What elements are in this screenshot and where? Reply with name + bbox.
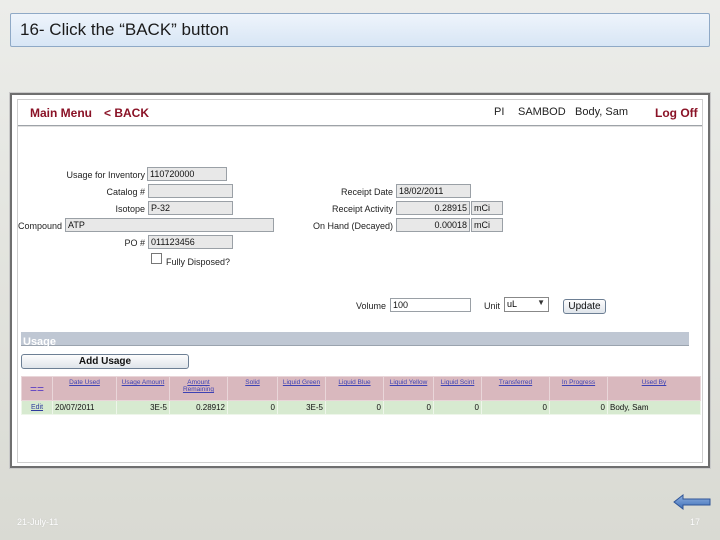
cell-date-used: 20/07/2011 — [52, 400, 117, 415]
catalog-field — [148, 184, 233, 198]
column-header-usage-amount[interactable]: Usage Amount — [116, 376, 170, 401]
isotope-field: P-32 — [148, 201, 233, 215]
cell-liquid-yellow: 0 — [383, 400, 434, 415]
chevron-down-icon: ▼ — [537, 298, 545, 307]
receipt-activity-field: 0.28915 — [396, 201, 470, 215]
back-button[interactable]: < BACK — [104, 106, 149, 120]
column-header-liquid-yellow[interactable]: Liquid Yellow — [383, 376, 434, 401]
isotope-label: Isotope — [115, 204, 145, 214]
pi-code: SAMBOD — [518, 106, 566, 118]
cell-amount-remaining: 0.28912 — [169, 400, 228, 415]
usage-for-inventory-label: Usage for Inventory — [66, 170, 145, 180]
fully-disposed-label: Fully Disposed? — [166, 257, 231, 267]
column-header-select: == — [21, 376, 53, 401]
back-arrow-icon[interactable] — [673, 494, 711, 510]
compound-field: ATP — [65, 218, 274, 232]
column-header-used-by[interactable]: Used By — [607, 376, 701, 401]
cell-transferred: 0 — [481, 400, 550, 415]
app-window: Main Menu < BACK PI SAMBOD Body, Sam Log… — [17, 99, 703, 463]
column-header-solid[interactable]: Solid — [227, 376, 278, 401]
receipt-activity-unit: mCi — [471, 201, 503, 215]
volume-label: Volume — [355, 301, 386, 311]
cell-solid: 0 — [227, 400, 278, 415]
catalog-label: Catalog # — [106, 187, 145, 197]
po-label: PO # — [124, 238, 145, 248]
column-header-transferred[interactable]: Transferred — [481, 376, 550, 401]
cell-usage-amount: 3E-5 — [116, 400, 170, 415]
slide-page-number: 17 — [690, 517, 701, 527]
on-hand-unit: mCi — [471, 218, 503, 232]
receipt-date-label: Receipt Date — [340, 187, 393, 197]
column-header-amount-remaining[interactable]: Amount Remaining — [169, 376, 228, 401]
cell-in-progress: 0 — [549, 400, 608, 415]
app-header: Main Menu < BACK PI SAMBOD Body, Sam Log… — [18, 100, 702, 126]
slide-title: 16- Click the “BACK” button — [10, 13, 710, 47]
slide-date: 21-July-11 — [17, 517, 59, 527]
log-off-link[interactable]: Log Off — [655, 106, 698, 120]
compound-label: Compound — [18, 221, 63, 231]
unit-label: Unit — [483, 301, 500, 311]
cell-liquid-scint: 0 — [433, 400, 482, 415]
cell-liquid-blue: 0 — [325, 400, 384, 415]
po-field: 011123456 — [148, 235, 233, 249]
cell-liquid-green: 3E-5 — [277, 400, 326, 415]
table-row: Edit 20/07/2011 3E-5 0.28912 0 3E-5 0 0 … — [21, 400, 701, 415]
on-hand-label: On Hand (Decayed) — [312, 221, 393, 231]
column-header-liquid-scint[interactable]: Liquid Scint — [433, 376, 482, 401]
column-header-liquid-blue[interactable]: Liquid Blue — [325, 376, 384, 401]
fully-disposed-checkbox[interactable] — [151, 253, 162, 264]
column-header-date-used[interactable]: Date Used — [52, 376, 117, 401]
pi-label: PI — [494, 106, 505, 118]
usage-table: == Date Used Usage Amount Amount Remaini… — [21, 376, 701, 415]
user-name: Body, Sam — [575, 106, 628, 118]
usage-section-header: Usage — [21, 332, 689, 348]
unit-select[interactable]: uL ▼ — [504, 297, 549, 312]
usage-section-title: Usage — [23, 336, 57, 348]
on-hand-field: 0.00018 — [396, 218, 470, 232]
edit-link[interactable]: Edit — [21, 400, 53, 415]
main-menu-link[interactable]: Main Menu — [30, 106, 92, 120]
update-button[interactable]: Update — [563, 299, 606, 314]
receipt-date-field: 18/02/2011 — [396, 184, 471, 198]
unit-select-value: uL — [507, 299, 518, 309]
cell-used-by: Body, Sam — [607, 400, 701, 415]
column-header-liquid-green[interactable]: Liquid Green — [277, 376, 326, 401]
usage-for-inventory-field: 110720000 — [147, 167, 227, 181]
usage-table-header: == Date Used Usage Amount Amount Remaini… — [21, 376, 701, 401]
receipt-activity-label: Receipt Activity — [331, 204, 393, 214]
volume-input[interactable]: 100 — [390, 298, 471, 312]
add-usage-button[interactable]: Add Usage — [21, 354, 189, 369]
column-header-in-progress[interactable]: In Progress — [549, 376, 608, 401]
app-screenshot: Main Menu < BACK PI SAMBOD Body, Sam Log… — [10, 93, 710, 468]
